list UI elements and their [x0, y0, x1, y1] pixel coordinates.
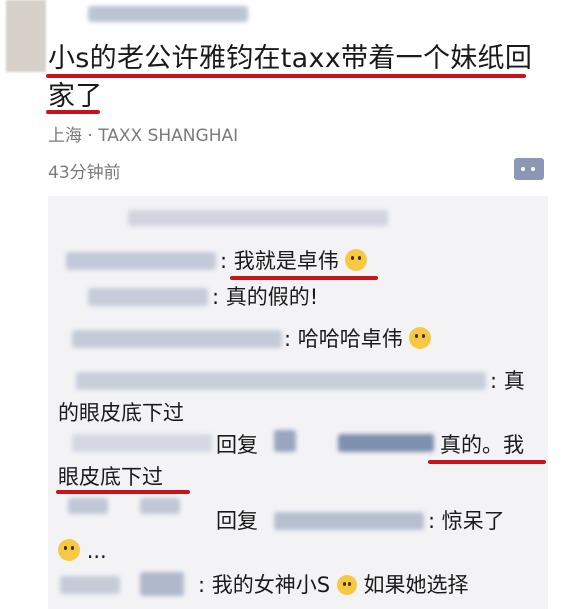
red-underline	[46, 110, 100, 114]
comment-text: : 我就是卓伟	[220, 249, 339, 273]
comment-text-start[interactable]: : 惊呆了	[428, 506, 505, 536]
commenter-name-redacted[interactable]	[88, 288, 208, 306]
reply-label: 回复	[216, 433, 258, 457]
post-time: 43分钟前	[48, 163, 121, 183]
comment-text-cont[interactable]: 眼皮底下过	[58, 462, 163, 492]
red-underline	[428, 460, 546, 464]
comment-text-cont: ...	[86, 539, 107, 563]
shocked-emoji-icon	[58, 539, 80, 561]
red-underline	[56, 490, 190, 494]
comment-text-start[interactable]: 真的。我	[440, 430, 524, 460]
comment-text[interactable]: : 真的假的!	[212, 282, 318, 312]
laugh-cry-emoji-icon	[409, 327, 432, 349]
comment-text-start: : 我的女神小S	[198, 573, 331, 597]
red-underline	[46, 74, 526, 78]
reply-target-redacted[interactable]	[274, 430, 296, 452]
commenter-name-redacted[interactable]	[76, 372, 486, 390]
comment-item[interactable]: : 哈哈哈卓伟	[284, 324, 432, 354]
comment-text-start[interactable]: : 真	[490, 366, 525, 396]
reply-target-name-redacted[interactable]	[338, 434, 434, 452]
red-underline	[230, 276, 378, 280]
reply-target-name-redacted[interactable]	[274, 512, 424, 530]
commenter-name-redacted[interactable]	[72, 330, 282, 348]
post-location[interactable]: 上海 · TAXX SHANGHAI	[48, 121, 238, 146]
author-name-redacted[interactable]	[88, 6, 248, 22]
post-text-line-2: 家了	[48, 81, 103, 112]
comment-text-cont: 如果她选择	[363, 573, 469, 597]
post-text: 小s的老公许雅钧在taxx带着一个妹纸回 家了	[48, 40, 548, 116]
author-avatar[interactable]	[6, 0, 46, 72]
commenter-name-redacted[interactable]	[68, 498, 108, 514]
commenter-name-redacted[interactable]	[60, 576, 120, 594]
commenter-name-redacted[interactable]	[66, 252, 216, 270]
commenter-name-redacted[interactable]	[140, 498, 180, 514]
reply-label: 回复	[216, 509, 258, 533]
comments-section: : 我就是卓伟 : 真的假的! : 哈哈哈卓伟 : 真 的眼皮底下过 回复 真的…	[48, 196, 548, 609]
comment-item[interactable]: : 我的女神小S 如果她选择	[198, 570, 468, 600]
comment-text: : 哈哈哈卓伟	[284, 327, 403, 351]
comment-item[interactable]: : 我就是卓伟	[220, 246, 368, 276]
post-text-line-1: 小s的老公许雅钧在taxx带着一个妹纸回	[48, 43, 533, 74]
commenter-name-redacted[interactable]	[140, 572, 184, 596]
scream-emoji-icon	[336, 575, 357, 595]
liker-names-redacted	[128, 210, 388, 226]
commenter-name-redacted[interactable]	[72, 434, 212, 452]
comment-text-cont[interactable]: 的眼皮底下过	[58, 398, 184, 428]
more-options-icon[interactable]	[514, 158, 544, 180]
comment-item[interactable]: ...	[58, 536, 107, 566]
smile-emoji-icon	[345, 249, 368, 271]
